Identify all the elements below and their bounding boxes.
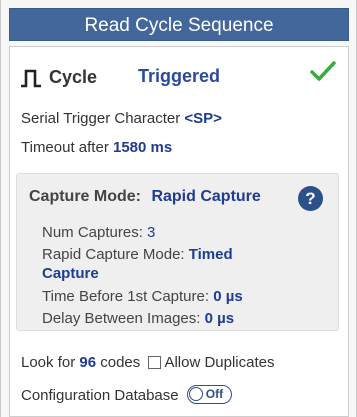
time-before-row: Time Before 1st Capture: 0 µs xyxy=(42,288,243,305)
look-for-row: Look for 96 codes Allow Duplicates xyxy=(21,354,274,371)
capture-mode-title: Capture Mode: Rapid Capture xyxy=(29,188,261,206)
time-before-value: 0 µs xyxy=(213,288,243,305)
capture-mode-box[interactable]: Capture Mode: Rapid Capture ? Num Captur… xyxy=(16,173,339,331)
delay-value: 0 µs xyxy=(204,310,235,327)
num-captures-value: 3 xyxy=(147,224,156,241)
rapid-mode-value: Timed xyxy=(188,246,233,263)
rapid-mode-value-cont: Capture xyxy=(42,265,99,282)
delay-label: Delay Between Images: xyxy=(42,310,205,327)
look-for-suffix: codes xyxy=(96,354,141,371)
num-captures-label: Num Captures: xyxy=(42,224,148,241)
checkmark-icon xyxy=(310,61,336,81)
panel-title: Read Cycle Sequence xyxy=(9,8,349,41)
timeout-row[interactable]: Timeout after 1580 ms xyxy=(21,139,172,156)
config-db-row: Configuration Database Off xyxy=(21,385,232,404)
pulse-icon xyxy=(21,69,41,88)
timeout-value: 1580 ms xyxy=(112,139,173,156)
help-icon[interactable]: ? xyxy=(298,186,323,211)
serial-trigger-row[interactable]: Serial Trigger Character <SP> xyxy=(21,110,222,127)
read-cycle-panel: Read Cycle Sequence Cycle Triggered Seri… xyxy=(0,0,357,417)
serial-trigger-label: Serial Trigger Character xyxy=(21,110,185,127)
timeout-label: Timeout after xyxy=(21,139,113,156)
rapid-mode-label: Rapid Capture Mode: xyxy=(42,246,189,263)
cycle-value: Triggered xyxy=(138,66,221,86)
capture-mode-value: Rapid Capture xyxy=(151,188,261,205)
toggle-knob xyxy=(188,387,203,401)
delay-row: Delay Between Images: 0 µs xyxy=(42,310,234,327)
rapid-mode-row: Rapid Capture Mode: Timed xyxy=(42,246,233,263)
config-db-toggle[interactable]: Off xyxy=(186,385,232,404)
time-before-label: Time Before 1st Capture: xyxy=(42,288,214,305)
capture-mode-label: Capture Mode: xyxy=(29,188,141,205)
rapid-mode-row-cont: Capture xyxy=(42,265,99,282)
look-for-count[interactable]: 96 xyxy=(79,354,96,371)
cycle-label: Cycle xyxy=(49,67,98,87)
serial-trigger-value: <SP> xyxy=(184,110,222,127)
toggle-label: Off xyxy=(205,387,224,401)
cycle-card: Cycle Triggered Serial Trigger Character… xyxy=(9,46,349,417)
num-captures-row: Num Captures: 3 xyxy=(42,224,155,241)
allow-duplicates-label[interactable]: Allow Duplicates xyxy=(164,354,274,371)
look-for-prefix: Look for xyxy=(21,354,80,371)
config-db-label: Configuration Database xyxy=(21,387,179,404)
allow-duplicates-checkbox[interactable] xyxy=(148,356,162,369)
